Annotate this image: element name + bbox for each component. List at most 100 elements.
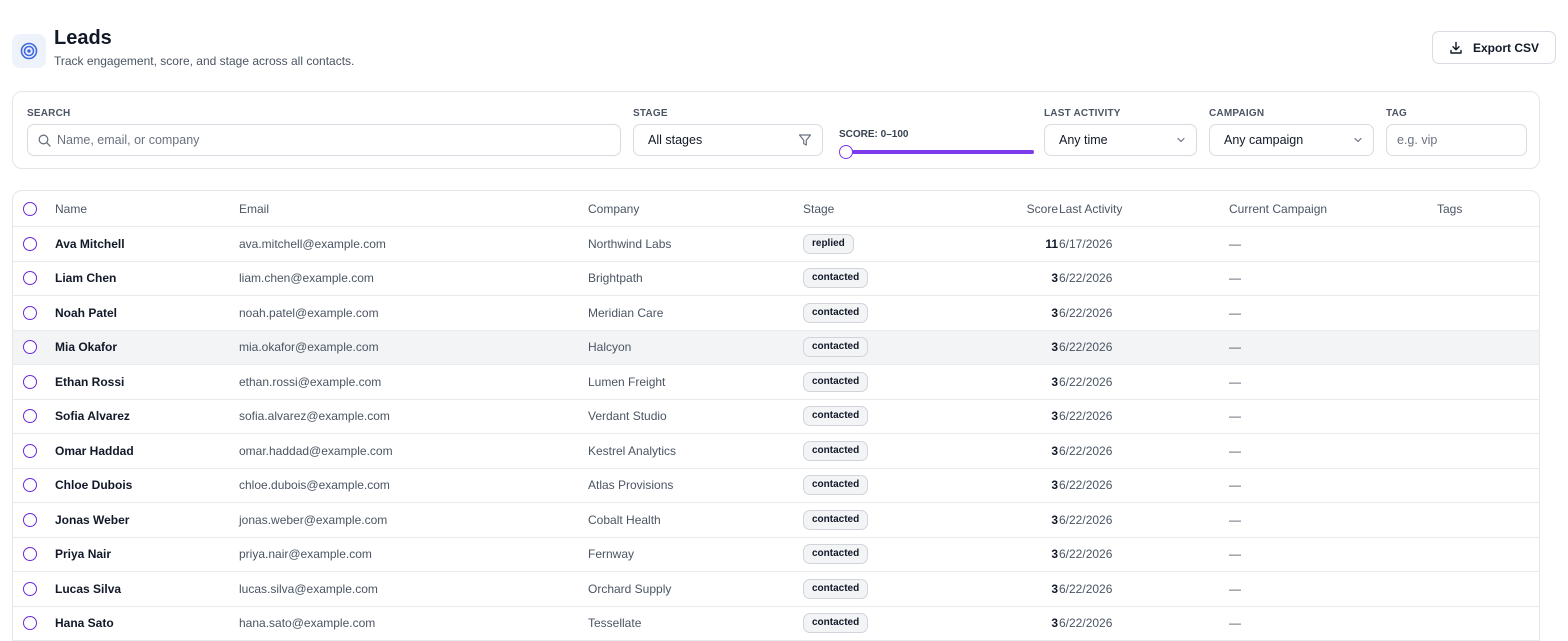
table-row[interactable]: Liam Chen liam.chen@example.com Brightpa… (13, 262, 1539, 296)
stage-badge: contacted (803, 509, 869, 530)
stage-label: STAGE (633, 108, 668, 119)
lead-last-activity: 6/22/2026 (1059, 271, 1113, 286)
lead-current-campaign: — (1229, 581, 1241, 596)
table-row[interactable]: Noah Patel noah.patel@example.com Meridi… (13, 296, 1539, 331)
lead-email: sofia.alvarez@example.com (239, 409, 390, 424)
table-row[interactable]: Jonas Weber jonas.weber@example.com Coba… (13, 503, 1539, 538)
stage-badge: contacted (803, 337, 869, 358)
logo (12, 34, 46, 68)
row-checkbox[interactable] (23, 478, 37, 493)
tag-label: TAG (1386, 108, 1407, 119)
filter-icon (798, 134, 812, 146)
export-csv-button[interactable]: Export CSV (1432, 31, 1556, 64)
lead-score: 3 (1051, 512, 1058, 527)
row-checkbox[interactable] (23, 271, 37, 286)
search-label: SEARCH (27, 108, 71, 119)
tag-field[interactable] (1386, 124, 1527, 156)
search-input[interactable] (57, 133, 597, 147)
lead-score: 3 (1051, 374, 1058, 389)
lead-company: Orchard Supply (588, 581, 672, 596)
page-header: Leads Track engagement, score, and stage… (12, 26, 1556, 72)
lead-name: Mia Okafor (55, 340, 118, 355)
lead-email: ethan.rossi@example.com (239, 374, 382, 389)
page-subtitle: Track engagement, score, and stage acros… (54, 54, 355, 68)
last-activity-label: LAST ACTIVITY (1044, 108, 1121, 119)
column-header-score[interactable]: Score (953, 191, 1058, 226)
lead-email: ava.mitchell@example.com (239, 236, 386, 251)
lead-email: hana.sato@example.com (239, 616, 376, 631)
lead-score: 11 (1045, 236, 1058, 251)
lead-current-campaign: — (1229, 478, 1241, 493)
lead-last-activity: 6/22/2026 (1059, 305, 1113, 320)
last-activity-select[interactable]: Any time (1044, 124, 1197, 156)
select-all-checkbox[interactable] (23, 201, 37, 216)
lead-company: Meridian Care (588, 305, 664, 320)
row-checkbox[interactable] (23, 305, 37, 320)
row-checkbox[interactable] (23, 547, 37, 562)
filter-bar: SEARCH STAGE All stages SCORE: 0–100 LAS… (12, 91, 1540, 169)
lead-current-campaign: — (1229, 547, 1241, 562)
table-row[interactable]: Priya Nair priya.nair@example.com Fernwa… (13, 538, 1539, 572)
score-slider-thumb[interactable] (839, 145, 853, 159)
table-row[interactable]: Hana Sato hana.sato@example.com Tessella… (13, 607, 1539, 641)
lead-last-activity: 6/22/2026 (1059, 443, 1113, 458)
column-header-name[interactable]: Name (55, 191, 87, 226)
lead-current-campaign: — (1229, 271, 1241, 286)
tag-input[interactable] (1397, 133, 1517, 147)
lead-last-activity: 6/22/2026 (1059, 581, 1113, 596)
lead-email: chloe.dubois@example.com (239, 478, 390, 493)
table-row[interactable]: Mia Okafor mia.okafor@example.com Halcyo… (13, 330, 1539, 365)
column-header-email[interactable]: Email (239, 191, 269, 226)
table-row[interactable]: Lucas Silva lucas.silva@example.com Orch… (13, 572, 1539, 607)
table-row[interactable]: Ava Mitchell ava.mitchell@example.com No… (13, 227, 1539, 262)
stage-select[interactable]: All stages (633, 124, 823, 156)
lead-current-campaign: — (1229, 443, 1241, 458)
stage-badge: contacted (803, 406, 869, 427)
table-row[interactable]: Sofia Alvarez sofia.alvarez@example.com … (13, 400, 1539, 434)
lead-name: Jonas Weber (55, 512, 130, 527)
lead-email: omar.haddad@example.com (239, 443, 393, 458)
row-checkbox[interactable] (23, 340, 37, 355)
lead-email: priya.nair@example.com (239, 547, 372, 562)
chevron-down-icon (1177, 137, 1185, 143)
row-checkbox[interactable] (23, 374, 37, 389)
row-checkbox[interactable] (23, 443, 37, 458)
lead-name: Noah Patel (55, 305, 118, 320)
column-header-current-campaign[interactable]: Current Campaign (1229, 191, 1327, 226)
column-header-tags[interactable]: Tags (1437, 191, 1462, 226)
lead-company: Lumen Freight (588, 374, 666, 389)
campaign-select[interactable]: Any campaign (1209, 124, 1374, 156)
stage-badge: contacted (803, 371, 869, 392)
score-slider-track[interactable] (843, 150, 1034, 154)
row-checkbox[interactable] (23, 581, 37, 596)
lead-email: jonas.weber@example.com (239, 512, 388, 527)
lead-score: 3 (1051, 305, 1058, 320)
column-header-last-activity[interactable]: Last Activity (1059, 191, 1122, 226)
column-header-company[interactable]: Company (588, 191, 639, 226)
lead-current-campaign: — (1229, 305, 1241, 320)
table-row[interactable]: Chloe Dubois chloe.dubois@example.com At… (13, 469, 1539, 503)
row-checkbox[interactable] (23, 512, 37, 527)
export-csv-label: Export CSV (1472, 40, 1539, 55)
lead-last-activity: 6/22/2026 (1059, 547, 1113, 562)
lead-current-campaign: — (1229, 512, 1241, 527)
leads-table: Name Email Company Stage Score Last Acti… (12, 190, 1540, 641)
row-checkbox[interactable] (23, 236, 37, 251)
stage-badge: contacted (803, 440, 869, 461)
lead-company: Brightpath (588, 271, 643, 286)
stage-badge: contacted (803, 268, 869, 289)
search-field[interactable] (27, 124, 621, 156)
column-header-stage[interactable]: Stage (803, 191, 834, 226)
lead-company: Fernway (588, 547, 635, 562)
stage-badge: contacted (803, 544, 869, 565)
row-checkbox[interactable] (23, 616, 37, 631)
stage-badge: contacted (803, 613, 869, 634)
lead-name: Ava Mitchell (55, 236, 125, 251)
lead-name: Chloe Dubois (55, 478, 133, 493)
lead-score: 3 (1051, 409, 1058, 424)
chevron-down-icon (1354, 137, 1362, 143)
table-header-row: Name Email Company Stage Score Last Acti… (13, 191, 1539, 227)
table-row[interactable]: Ethan Rossi ethan.rossi@example.com Lume… (13, 365, 1539, 400)
row-checkbox[interactable] (23, 409, 37, 424)
table-row[interactable]: Omar Haddad omar.haddad@example.com Kest… (13, 434, 1539, 469)
